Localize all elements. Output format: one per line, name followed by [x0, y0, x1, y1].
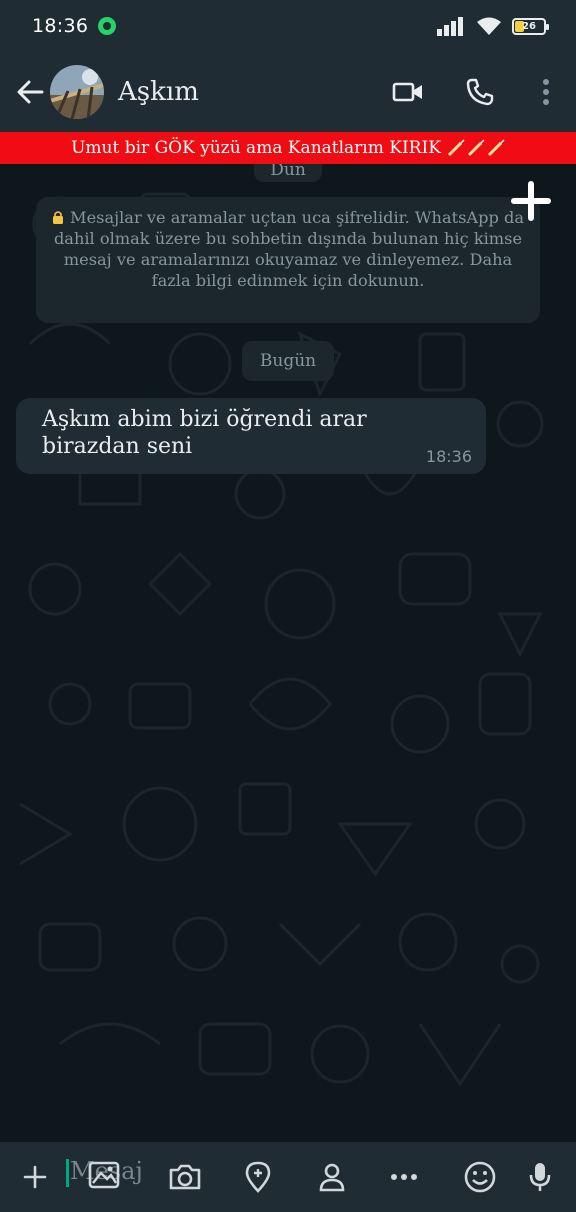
message-input-bar: Mesaj	[0, 1142, 576, 1212]
status-indicators: 26	[436, 16, 549, 36]
more-options-button[interactable]	[368, 1147, 440, 1207]
lock-icon	[53, 211, 63, 224]
menu-button[interactable]	[516, 62, 576, 122]
syringe-icon	[467, 139, 485, 157]
banner-text: Umut bir GÖK yüzü ama Kanatlarım KIRIK	[71, 138, 441, 158]
chat-header: Aşkım	[0, 52, 576, 132]
status-bar: 18:36 26	[0, 0, 576, 52]
chat-screen: 18:36 26 Aşkım Dün Umut bir GÖK yüzü ama…	[0, 0, 576, 1212]
back-arrow-icon	[17, 80, 44, 104]
gallery-icon[interactable]	[88, 1161, 120, 1189]
camera-icon	[169, 1164, 201, 1190]
wifi-icon	[477, 17, 501, 35]
message-input[interactable]: Mesaj	[66, 1157, 152, 1197]
more-vert-icon	[543, 79, 549, 105]
emoji-button[interactable]	[440, 1147, 520, 1207]
back-button[interactable]	[6, 68, 54, 116]
syringe-icon	[447, 139, 465, 157]
mic-icon	[529, 1163, 551, 1191]
plus-icon	[23, 1165, 47, 1189]
syringe-icon	[487, 139, 505, 157]
emoji-icon	[464, 1161, 496, 1193]
more-horiz-icon	[391, 1174, 417, 1180]
add-button[interactable]	[506, 176, 556, 226]
plus-icon	[511, 181, 551, 221]
voice-call-button[interactable]	[444, 62, 516, 122]
location-button[interactable]	[220, 1147, 296, 1207]
voice-message-button[interactable]	[520, 1147, 560, 1207]
contact-icon	[319, 1163, 345, 1192]
syringe-emoji-group	[447, 139, 505, 157]
incoming-message[interactable]: Aşkım abim bizi öğrendi arar birazdan se…	[16, 398, 486, 474]
contact-name[interactable]: Aşkım	[118, 77, 199, 107]
location-icon	[245, 1161, 271, 1193]
attach-plus-button[interactable]	[4, 1147, 66, 1207]
video-call-icon	[392, 82, 422, 102]
date-chip-today: Bugün	[242, 341, 334, 381]
status-time: 18:36	[32, 15, 89, 37]
phone-icon	[466, 78, 494, 106]
date-chip-label: Bugün	[259, 351, 317, 371]
camera-button[interactable]	[150, 1147, 220, 1207]
text-caret	[66, 1159, 69, 1187]
contact-button[interactable]	[296, 1147, 368, 1207]
signal-icon	[437, 17, 463, 36]
battery-icon: 26	[512, 17, 549, 35]
encryption-notice-text: Mesajlar ve aramalar uçtan uca şifrelidi…	[53, 208, 525, 290]
banner: Umut bir GÖK yüzü ama Kanatlarım KIRIK	[0, 132, 576, 164]
encryption-notice[interactable]: Mesajlar ve aramalar uçtan uca şifrelidi…	[36, 197, 540, 323]
battery-level: 26	[522, 20, 536, 32]
message-time: 18:36	[425, 447, 472, 466]
video-call-button[interactable]	[372, 62, 444, 122]
header-actions	[372, 62, 576, 122]
whatsapp-notification-icon	[98, 17, 117, 35]
avatar[interactable]	[50, 65, 104, 119]
message-text: Aşkım abim bizi öğrendi arar birazdan se…	[42, 407, 367, 459]
